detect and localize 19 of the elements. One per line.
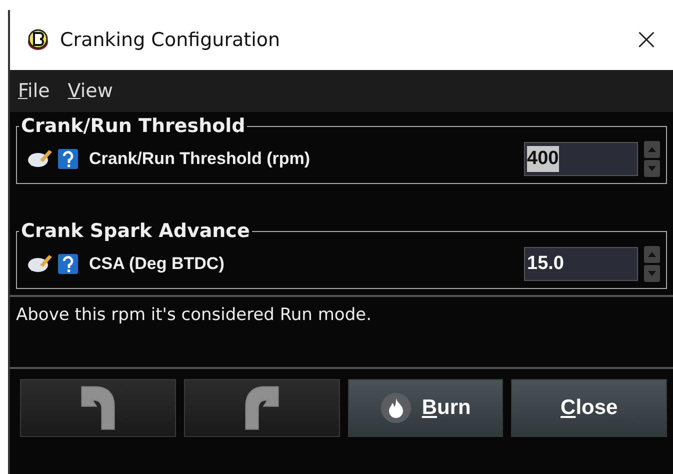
number-input[interactable]: 400 (524, 142, 638, 176)
close-button[interactable]: Close (511, 379, 667, 437)
help-icon[interactable] (57, 253, 79, 275)
note-icon[interactable] (27, 253, 53, 275)
close-icon[interactable]: × (634, 25, 659, 55)
field-label: Crank/Run Threshold (rpm) (89, 149, 312, 169)
help-text: Above this rpm it's considered Run mode. (10, 295, 673, 369)
window-title: Cranking Configuration (60, 29, 282, 51)
field-label: CSA (Deg BTDC) (89, 254, 226, 274)
number-input[interactable]: 15.0 (524, 247, 638, 281)
note-icon[interactable] (27, 148, 53, 170)
help-icon[interactable] (57, 148, 79, 170)
flame-icon (380, 392, 412, 424)
menu-item[interactable]: File (18, 80, 50, 102)
group-title: Crank Spark Advance (20, 220, 251, 242)
menu-item[interactable]: View (68, 80, 113, 102)
burn-button[interactable]: Burn (348, 379, 504, 437)
app-logo-icon (26, 28, 50, 52)
group-title: Crank/Run Threshold (20, 115, 246, 137)
